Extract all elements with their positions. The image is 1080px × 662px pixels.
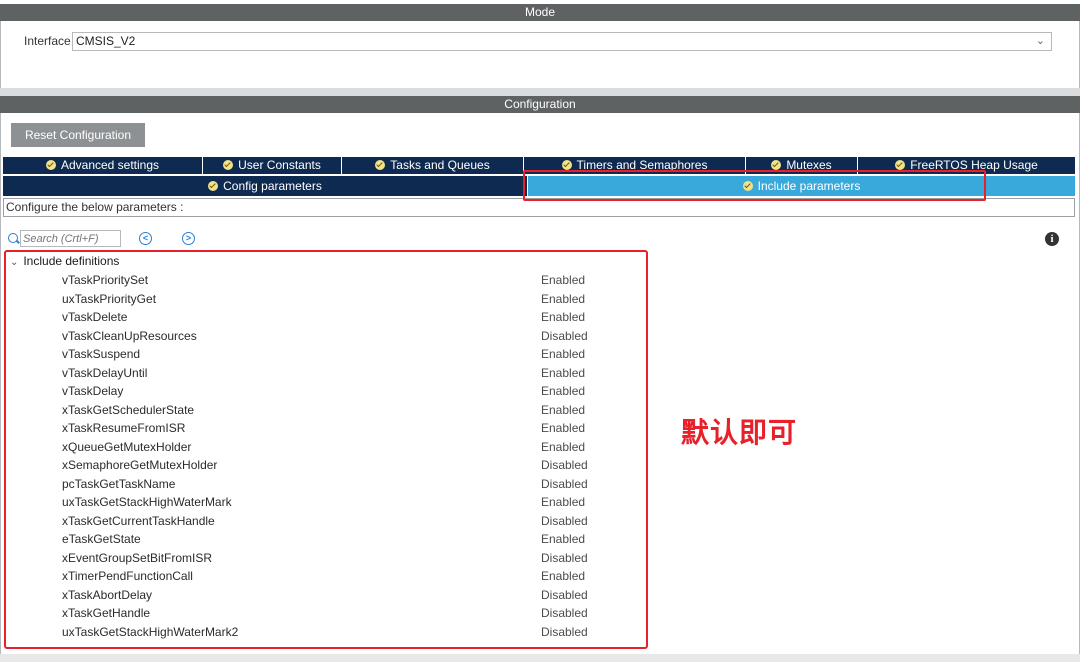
info-icon[interactable]: i: [1045, 232, 1059, 246]
check-icon: [45, 160, 56, 170]
tab-tasks-and-queues[interactable]: Tasks and Queues: [342, 157, 524, 174]
check-icon: [208, 181, 219, 191]
check-icon: [375, 160, 386, 170]
check-icon: [223, 160, 234, 170]
search-icon: [8, 233, 18, 243]
chevron-down-icon: ⌄: [1035, 35, 1045, 47]
annotation-text: 默认即可: [681, 417, 798, 448]
interface-select[interactable]: CMSIS_V2 ⌄: [72, 32, 1052, 51]
configuration-header: Configuration: [0, 96, 1080, 113]
section-separator: [0, 88, 1080, 96]
previous-icon[interactable]: <: [139, 232, 152, 245]
check-icon: [561, 160, 572, 170]
check-icon: [895, 160, 906, 170]
tab-advanced-settings[interactable]: Advanced settings: [3, 157, 203, 174]
highlight-include-tab: [523, 170, 986, 201]
search-input[interactable]: [20, 230, 121, 247]
interface-value: CMSIS_V2: [76, 34, 136, 48]
highlight-include-definitions: [4, 250, 648, 649]
tab-config-parameters[interactable]: Config parameters: [3, 176, 528, 196]
tab-user-constants[interactable]: User Constants: [203, 157, 342, 174]
interface-label: Interface: [24, 34, 71, 48]
check-icon: [771, 160, 782, 170]
bottom-border: [0, 654, 1080, 662]
next-icon[interactable]: >: [182, 232, 195, 245]
mode-header: Mode: [0, 4, 1080, 21]
reset-configuration-button[interactable]: Reset Configuration: [11, 123, 145, 147]
